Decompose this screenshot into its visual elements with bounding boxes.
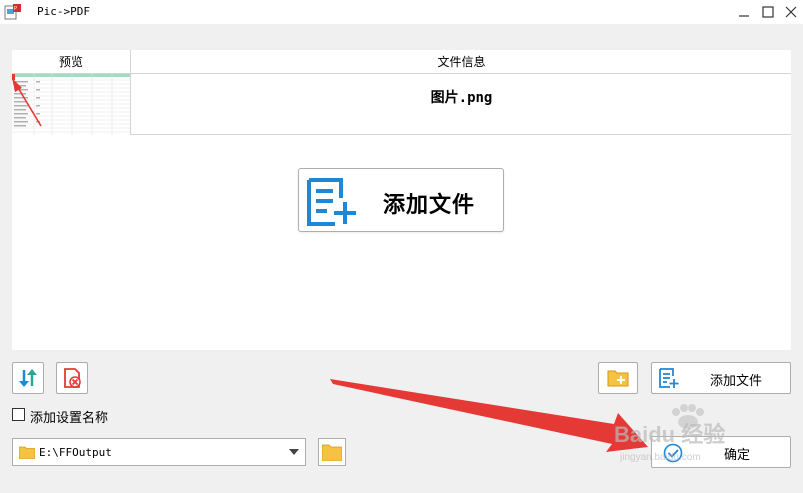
preview-thumbnail <box>12 74 131 135</box>
output-path-select[interactable]: E:\FFOutput <box>12 438 306 466</box>
table-row[interactable]: 图片.png <box>12 74 791 135</box>
add-file-button[interactable]: 添加文件 <box>651 362 791 394</box>
app-icon: P <box>4 4 21 20</box>
add-file-icon <box>659 368 679 388</box>
svg-text:jingyan.baidu.com: jingyan.baidu.com <box>619 452 701 463</box>
title-bar: P Pic->PDF <box>0 0 803 24</box>
add-file-large-button[interactable]: 添加文件 <box>298 168 504 232</box>
browse-folder-button[interactable] <box>318 438 346 466</box>
remove-file-button[interactable] <box>56 362 88 394</box>
window-title: Pic->PDF <box>37 5 90 18</box>
maximize-icon[interactable] <box>760 4 776 20</box>
column-header-preview: 预览 <box>12 50 131 74</box>
column-header-file-info: 文件信息 <box>437 55 486 69</box>
sort-button[interactable] <box>12 362 44 394</box>
sort-icon <box>19 369 37 387</box>
minimize-icon[interactable] <box>736 4 752 20</box>
add-folder-icon <box>607 370 629 387</box>
remove-file-icon <box>64 368 81 388</box>
table-header: 预览 文件信息 <box>12 50 791 74</box>
add-file-label: 添加文件 <box>710 373 763 388</box>
add-file-large-label: 添加文件 <box>383 192 476 218</box>
chevron-down-icon <box>289 449 299 455</box>
output-path-value: E:\FFOutput <box>39 446 112 459</box>
add-name-checkbox[interactable] <box>12 408 25 421</box>
baidu-watermark: Baidu 经验 jingyan.baidu.com <box>614 404 725 463</box>
add-name-label: 添加设置名称 <box>30 410 109 425</box>
close-icon[interactable] <box>783 4 799 20</box>
svg-text:P: P <box>14 6 17 12</box>
folder-icon <box>322 444 342 461</box>
file-name: 图片.png <box>430 90 493 106</box>
add-folder-button[interactable] <box>598 362 638 394</box>
add-file-icon <box>307 178 356 226</box>
folder-icon <box>19 446 35 459</box>
svg-text:Baidu 经验: Baidu 经验 <box>614 422 725 447</box>
